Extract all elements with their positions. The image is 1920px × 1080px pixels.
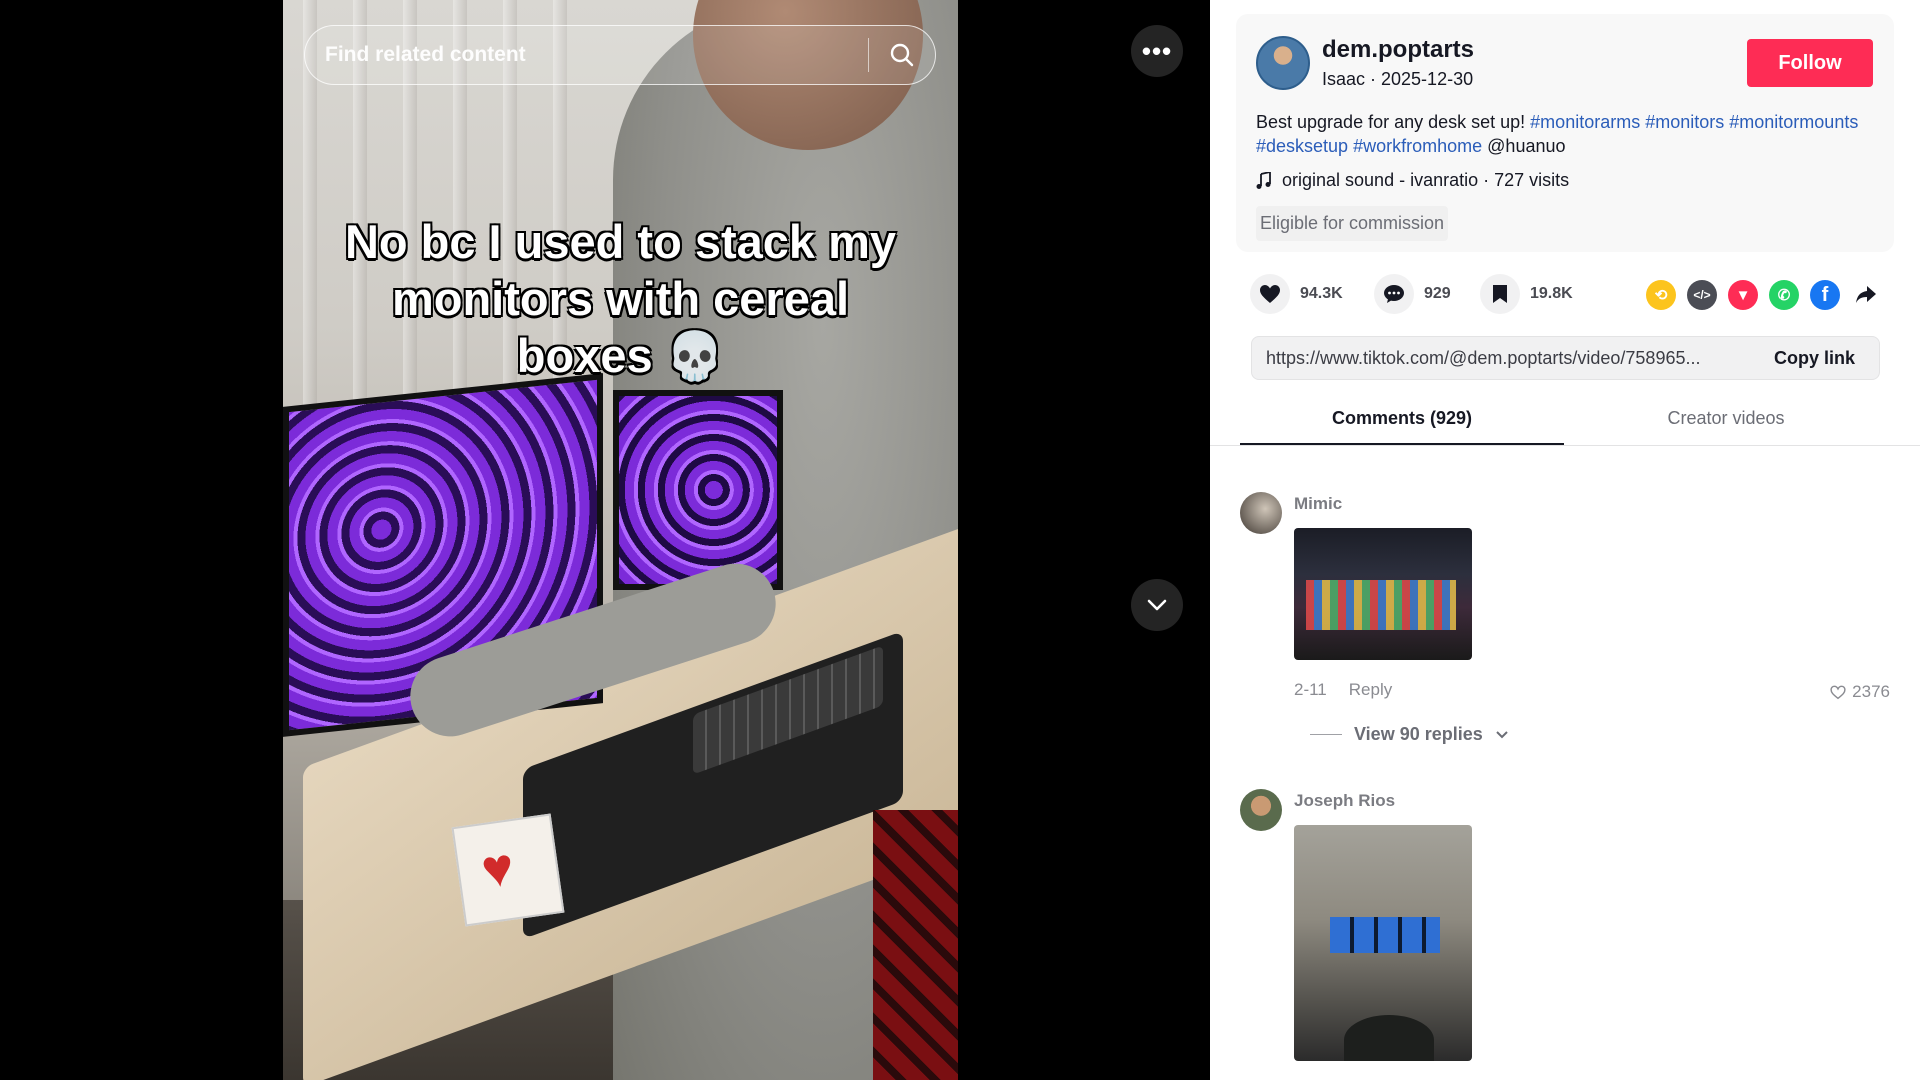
panel-tabs: Comments (929) Creator videos [1240, 400, 1920, 446]
replies-line [1310, 734, 1342, 735]
save-count: 19.8K [1530, 285, 1573, 302]
sound-text: original sound - ivanratio · 727 visits [1282, 170, 1570, 190]
commission-badge: Eligible for commission [1256, 206, 1449, 241]
app: Find related content No bc I used to sta… [0, 0, 1920, 1080]
video-cube [451, 813, 565, 927]
tab-comments[interactable]: Comments (929) [1240, 400, 1564, 446]
embed-icon[interactable]: </> [1687, 280, 1717, 310]
video-pants [873, 810, 958, 1080]
repost-icon[interactable]: ⟲ [1646, 280, 1676, 310]
like-action[interactable]: 94.3K [1250, 274, 1343, 314]
comment-item: Mimic 2-11 Reply 2376 View 90 replies [1240, 492, 1890, 752]
video-monitor-right [613, 390, 783, 590]
hashtag-link[interactable]: #monitormounts [1729, 112, 1858, 132]
comment-icon [1384, 285, 1404, 303]
more-horizontal-icon: ••• [1141, 35, 1173, 66]
hashtag-link[interactable]: #monitors [1645, 112, 1724, 132]
side-panel: dem.poptarts Isaac · 2025-12-30 Follow B… [1210, 0, 1920, 1080]
facebook-icon[interactable]: f [1810, 280, 1840, 310]
save-action[interactable]: 19.8K [1480, 274, 1573, 314]
video-link-box: https://www.tiktok.com/@dem.poptarts/vid… [1251, 336, 1880, 380]
description-text: Best upgrade for any desk set up! [1256, 112, 1531, 132]
video-player[interactable] [283, 0, 958, 1080]
reply-button[interactable]: Reply [1349, 680, 1392, 700]
search-bar[interactable]: Find related content [304, 25, 936, 85]
comment-like-button[interactable]: 2376 [1830, 682, 1890, 702]
search-button[interactable] [869, 26, 935, 84]
copy-link-button[interactable]: Copy link [1750, 348, 1879, 369]
engagement-bar: 94.3K 929 19.8K ⟲ </> ▼ ✆ f [1250, 274, 1900, 318]
music-note-icon [1256, 171, 1271, 189]
comment-action[interactable]: 929 [1374, 274, 1451, 314]
video-caption: No bc I used to stack my monitors with c… [344, 215, 897, 382]
author-handle[interactable]: dem.poptarts [1322, 36, 1474, 64]
chevron-down-icon [1496, 730, 1508, 738]
whatsapp-icon[interactable]: ✆ [1769, 280, 1799, 310]
share-more-icon[interactable] [1851, 280, 1881, 310]
mention-link[interactable]: @huanuo [1487, 136, 1565, 156]
view-replies-button[interactable]: View 90 replies [1310, 724, 1509, 745]
hashtag-link[interactable]: #desksetup [1256, 136, 1348, 156]
video-stage[interactable]: Find related content No bc I used to sta… [0, 0, 1210, 1080]
next-video-button[interactable] [1131, 579, 1183, 631]
hashtag-link[interactable]: #monitorarms [1530, 112, 1640, 132]
search-icon [890, 43, 914, 67]
heart-outline-icon [1830, 685, 1846, 699]
bookmark-icon [1493, 285, 1507, 303]
tab-creator-videos[interactable]: Creator videos [1564, 400, 1888, 446]
comment-count: 929 [1424, 285, 1451, 302]
comment-image[interactable] [1294, 825, 1472, 1061]
comment-item: Joseph Rios [1240, 789, 1890, 1069]
comment-avatar[interactable] [1240, 789, 1282, 831]
video-info-card: dem.poptarts Isaac · 2025-12-30 Follow B… [1236, 14, 1894, 252]
avatar[interactable] [1256, 36, 1310, 90]
comment-author[interactable]: Joseph Rios [1294, 791, 1395, 811]
comment-like-count: 2376 [1852, 682, 1890, 701]
comment-button[interactable] [1374, 274, 1414, 314]
chevron-down-icon [1147, 599, 1167, 611]
comment-avatar[interactable] [1240, 492, 1282, 534]
sound-link[interactable]: original sound - ivanratio · 727 visits [1256, 170, 1569, 191]
follow-button[interactable]: Follow [1747, 39, 1873, 87]
tabs-divider [1210, 445, 1920, 446]
video-description: Best upgrade for any desk set up! #monit… [1256, 110, 1876, 158]
send-to-friends-icon[interactable]: ▼ [1728, 280, 1758, 310]
author-meta: Isaac · 2025-12-30 [1322, 69, 1474, 89]
video-link-url[interactable]: https://www.tiktok.com/@dem.poptarts/vid… [1252, 348, 1750, 369]
share-arrow-icon [1856, 286, 1876, 303]
comment-image[interactable] [1294, 528, 1472, 660]
search-input[interactable]: Find related content [305, 43, 868, 67]
comment-meta: 2-11 Reply [1294, 680, 1392, 700]
comment-date: 2-11 [1294, 680, 1327, 699]
like-count: 94.3K [1300, 285, 1343, 302]
like-button[interactable] [1250, 274, 1290, 314]
more-options-button[interactable]: ••• [1131, 25, 1183, 77]
save-button[interactable] [1480, 274, 1520, 314]
view-replies-label: View 90 replies [1354, 724, 1483, 744]
heart-icon [1260, 285, 1280, 303]
comment-author[interactable]: Mimic [1294, 494, 1342, 514]
hashtag-link[interactable]: #workfromhome [1353, 136, 1482, 156]
